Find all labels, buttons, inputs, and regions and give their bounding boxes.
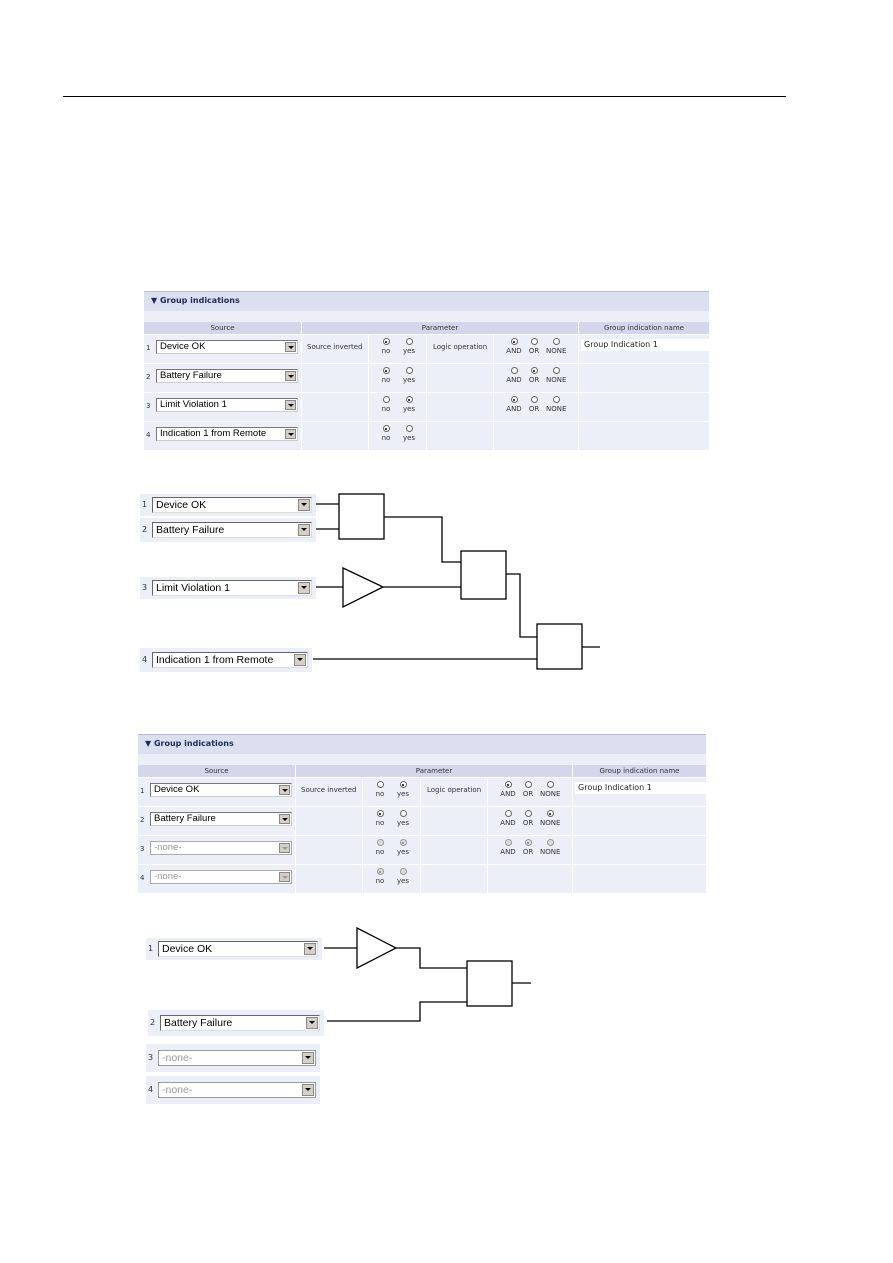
- diagram-source-value: Indication 1 from Remote: [156, 654, 274, 666]
- diagram-input-2: 2 Battery Failure: [148, 1010, 324, 1036]
- dropdown-arrow-icon[interactable]: [294, 654, 306, 666]
- or-gate: [460, 550, 507, 600]
- diagram-source-value: Device OK: [162, 943, 213, 955]
- diagram-input-1: 1 Device OK: [146, 938, 322, 960]
- diagram-input-2: 2 Battery Failure: [140, 518, 316, 542]
- input-number: 2: [142, 525, 148, 534]
- diagram-source-value: Battery Failure: [156, 524, 225, 536]
- dropdown-arrow-icon[interactable]: [302, 1084, 314, 1096]
- diagram-source-select[interactable]: Device OK: [152, 497, 312, 513]
- diagram-input-3: 3 -none-: [146, 1044, 320, 1072]
- diagram-source-select[interactable]: Limit Violation 1: [152, 580, 312, 596]
- diagram-input-4: 4 Indication 1 from Remote: [140, 648, 312, 672]
- inverter-triangle-3: [342, 566, 385, 609]
- diagram-source-value: -none-: [162, 1084, 193, 1096]
- logic-diagrams: [313, 493, 600, 1022]
- input-number: 4: [142, 655, 148, 664]
- wire-g2-g3: [506, 573, 537, 638]
- diagram-source-select[interactable]: Indication 1 from Remote: [152, 652, 308, 668]
- and-gate-1: [338, 493, 385, 540]
- dropdown-arrow-icon[interactable]: [306, 1017, 318, 1029]
- wire-d2-2: [327, 1001, 467, 1022]
- none-gate: [466, 960, 513, 1007]
- diagram-source-value: -none-: [162, 1052, 193, 1064]
- dropdown-arrow-icon[interactable]: [298, 582, 310, 594]
- dropdown-arrow-icon[interactable]: [298, 524, 310, 536]
- dropdown-arrow-icon[interactable]: [298, 499, 310, 511]
- diagram-source-select[interactable]: -none-: [158, 1050, 316, 1066]
- and-gate-2: [536, 623, 583, 670]
- diagram-input-3: 3 Limit Violation 1: [140, 577, 316, 599]
- inverter-triangle-1: [356, 926, 398, 970]
- wire-d2-inv: [396, 947, 467, 969]
- diagram-source-select[interactable]: -none-: [158, 1082, 316, 1098]
- input-number: 1: [148, 944, 154, 953]
- input-number: 3: [148, 1053, 154, 1062]
- input-number: 1: [142, 500, 148, 509]
- input-number: 3: [142, 583, 148, 592]
- dropdown-arrow-icon[interactable]: [302, 1052, 314, 1064]
- diagram-source-value: Battery Failure: [164, 1017, 233, 1029]
- wire-g1-g2: [384, 516, 461, 563]
- diagram-source-select[interactable]: Battery Failure: [160, 1015, 320, 1031]
- input-number: 4: [148, 1085, 154, 1094]
- diagram-input-1: 1 Device OK: [140, 494, 316, 516]
- input-number: 2: [150, 1018, 156, 1027]
- dropdown-arrow-icon[interactable]: [304, 943, 316, 955]
- diagram-source-select[interactable]: Battery Failure: [152, 522, 312, 538]
- diagram-source-value: Device OK: [156, 499, 207, 511]
- diagram-source-value: Limit Violation 1: [156, 582, 230, 594]
- diagram-source-select[interactable]: Device OK: [158, 941, 318, 957]
- diagram-input-4: 4 -none-: [146, 1076, 320, 1104]
